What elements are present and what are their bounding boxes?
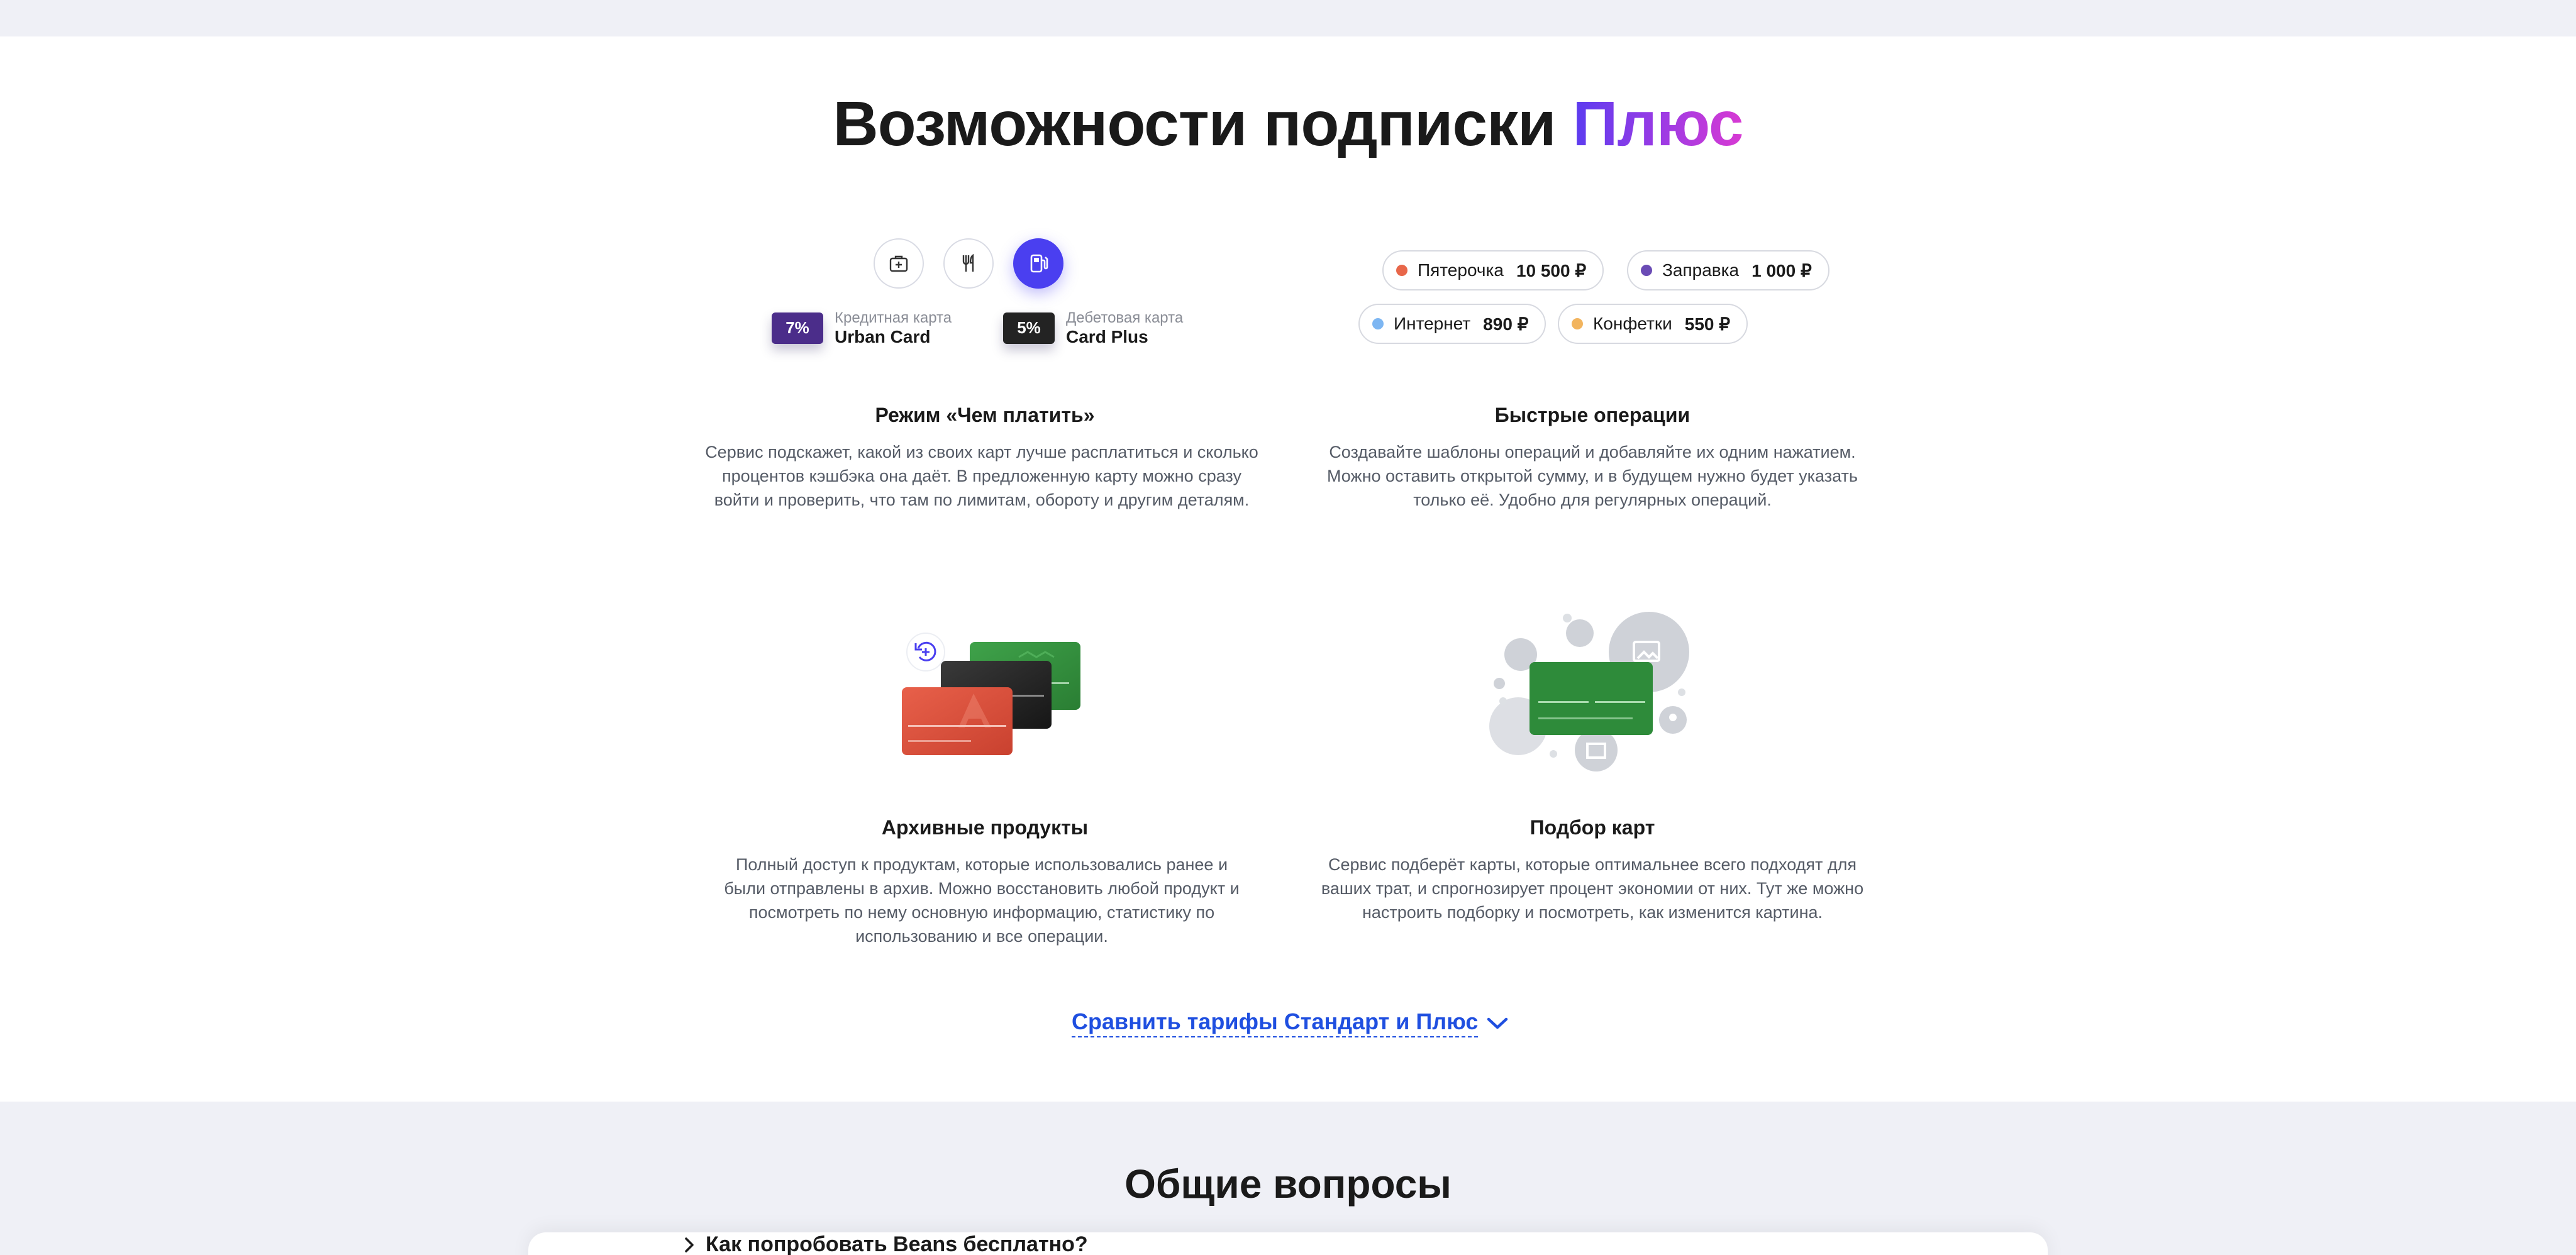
fuel-icon[interactable] (1013, 238, 1063, 289)
cutlery-icon[interactable] (943, 238, 994, 289)
medkit-icon[interactable] (874, 238, 924, 289)
feature-title-quick-operations: Быстрые операции (1494, 404, 1690, 426)
template-chip[interactable]: Заправка 1 000 ₽ (1627, 250, 1829, 290)
faq-item[interactable]: Как попробовать Beans бесплатно? (684, 1232, 1088, 1255)
cashback-card-debit: 5% Дебетовая карта Card Plus (1003, 309, 1183, 347)
template-dot (1396, 265, 1407, 276)
template-label: Заправка (1662, 260, 1740, 280)
template-amount: 1 000 ₽ (1752, 260, 1812, 280)
compare-tariffs-label: Сравнить тарифы Стандарт и Плюс (1072, 1009, 1479, 1037)
template-dot (1641, 265, 1652, 276)
chevron-right-icon (685, 1237, 694, 1252)
template-label: Пятерочка (1418, 260, 1504, 280)
top-band (0, 0, 2576, 36)
card-selection-illustration (1489, 612, 1689, 771)
feature-desc-archived-products: Полный доступ к продуктам, которые испол… (724, 855, 1240, 946)
template-chip[interactable]: Пятерочка 10 500 ₽ (1382, 250, 1604, 290)
card-name: Urban Card (835, 326, 931, 346)
chevron-down-icon (1487, 1017, 1508, 1029)
template-label: Интернет (1394, 314, 1471, 333)
template-amount: 550 ₽ (1684, 314, 1731, 334)
feature-title-payment-mode: Режим «Чем платить» (875, 404, 1095, 426)
compare-tariffs-link[interactable]: Сравнить тарифы Стандарт и Плюс (1072, 1009, 1508, 1037)
feature-desc-card-selection: Сервис подберёт карты, которые оптимальн… (1321, 855, 1864, 922)
faq-question: Как попробовать Beans бесплатно? (706, 1232, 1088, 1255)
template-dot (1372, 318, 1384, 329)
feature-title-archived-products: Архивные продукты (881, 816, 1089, 839)
section-title-main: Возможности подписки (833, 89, 1556, 159)
template-amount: 890 ₽ (1483, 314, 1529, 334)
feature-title-card-selection: Подбор карт (1530, 816, 1655, 839)
feature-desc-quick-operations: Создавайте шаблоны операций и добавляйте… (1327, 443, 1858, 509)
feature-desc-payment-mode: Сервис подскажет, какой из своих карт лу… (705, 443, 1258, 509)
template-label: Конфетки (1593, 314, 1672, 333)
card-type: Кредитная карта (835, 309, 952, 326)
template-amount: 10 500 ₽ (1516, 260, 1587, 280)
card-type: Дебетовая карта (1066, 309, 1184, 326)
cashback-card-credit: 7% Кредитная карта Urban Card (772, 309, 952, 347)
section-title: Возможности подписки Плюс (0, 88, 2576, 160)
card-name: Card Plus (1066, 326, 1148, 346)
section-title-accent: Плюс (1572, 89, 1743, 159)
cashback-badge: 5% (1003, 312, 1055, 344)
cashback-badge: 7% (772, 312, 823, 344)
template-dot (1572, 318, 1583, 329)
template-chip[interactable]: Интернет 890 ₽ (1358, 304, 1546, 344)
template-chip[interactable]: Конфетки 550 ₽ (1558, 304, 1748, 344)
plus-features-section (0, 36, 2576, 1102)
faq-title: Общие вопросы (1124, 1161, 1452, 1207)
archived-cards-illustration (902, 633, 1080, 755)
